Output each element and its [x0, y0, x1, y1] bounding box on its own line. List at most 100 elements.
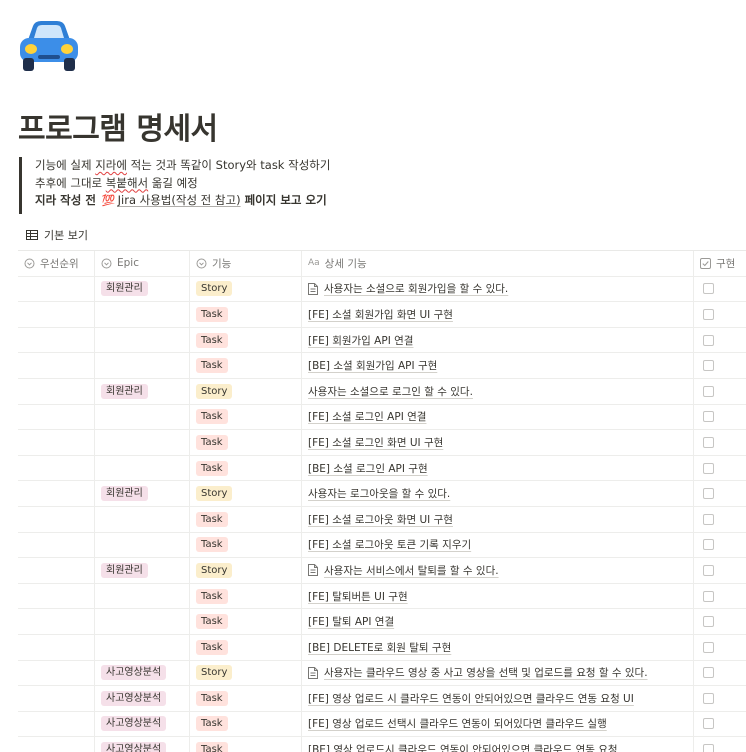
feature-cell[interactable]: Task	[190, 686, 302, 711]
priority-cell[interactable]	[18, 711, 95, 737]
feature-cell[interactable]: Task	[190, 711, 302, 737]
feature-cell[interactable]: Story	[190, 481, 302, 506]
detail-title-link[interactable]: [BE] DELETE로 회원 탈퇴 구현	[308, 640, 451, 655]
table-row[interactable]: 사고영상분석 Task [BE] 영상 업로드시 클라우드 연동이 안되어있으면 클…	[18, 737, 746, 752]
detail-title-link[interactable]: 사용자는 클라우드 영상 중 사고 영상을 선택 및 업로드를 요청 할 수 있…	[324, 665, 648, 680]
detail-cell[interactable]: [BE] 소셜 로그인 API 구현	[302, 455, 694, 481]
detail-cell[interactable]: [FE] 소셜 로그아웃 화면 UI 구현	[302, 506, 694, 532]
table-row[interactable]: Task [FE] 소셜 로그아웃 화면 UI 구현	[18, 506, 746, 533]
table-row[interactable]: 회원관리 Story 사용자는 서비스에서 탈퇴를 할 수 있다.	[18, 558, 746, 584]
feature-cell[interactable]: Task	[190, 532, 302, 558]
table-row[interactable]: Task [FE] 탈퇴버튼 UI 구현	[18, 583, 746, 610]
epic-cell[interactable]: 사고영상분석	[95, 660, 190, 686]
epic-cell[interactable]: 회원관리	[95, 276, 190, 302]
table-row[interactable]: Task [FE] 소셜 로그아웃 토큰 기록 지우기	[18, 532, 746, 559]
done-checkbox[interactable]	[703, 308, 714, 320]
detail-title-link[interactable]: 사용자는 소셜으로 로그인 할 수 있다.	[308, 384, 473, 399]
priority-cell[interactable]	[18, 532, 95, 558]
epic-cell[interactable]: 회원관리	[95, 378, 190, 404]
detail-cell[interactable]: [FE] 영상 업로드 시 클라우드 연동이 안되어있으면 클라우드 연동 요청…	[302, 686, 694, 711]
detail-cell[interactable]: [FE] 소셜 로그인 API 연결	[302, 404, 694, 430]
detail-cell[interactable]: [BE] 소셜 회원가입 API 구현	[302, 353, 694, 378]
epic-cell[interactable]	[95, 583, 190, 609]
done-checkbox[interactable]	[703, 590, 714, 602]
detail-cell[interactable]: [BE] DELETE로 회원 탈퇴 구현	[302, 634, 694, 660]
detail-cell[interactable]: 사용자는 로그아웃을 할 수 있다.	[302, 481, 694, 506]
detail-title-link[interactable]: [FE] 영상 업로드 선택시 클라우드 연동이 되어있다면 클라우드 실행	[308, 716, 607, 731]
detail-cell[interactable]: [FE] 탈퇴 API 연결	[302, 609, 694, 634]
priority-cell[interactable]	[18, 481, 95, 506]
detail-title-link[interactable]: 사용자는 소셜으로 회원가입을 할 수 있다.	[324, 281, 508, 296]
done-checkbox[interactable]	[703, 360, 714, 372]
detail-title-link[interactable]: [FE] 탈퇴 API 연결	[308, 614, 394, 629]
table-row[interactable]: Task [FE] 소셜 로그인 화면 UI 구현	[18, 430, 746, 456]
done-checkbox[interactable]	[703, 513, 714, 525]
done-checkbox[interactable]	[703, 641, 714, 653]
priority-cell[interactable]	[18, 302, 95, 327]
epic-cell[interactable]	[95, 532, 190, 558]
priority-cell[interactable]	[18, 660, 95, 686]
epic-cell[interactable]	[95, 327, 190, 353]
detail-cell[interactable]: [FE] 회원가입 API 연결	[302, 327, 694, 353]
column-header-detail[interactable]: Aa 상세 기능	[302, 251, 694, 276]
detail-title-link[interactable]: [FE] 탈퇴버튼 UI 구현	[308, 589, 408, 604]
detail-cell[interactable]: [FE] 소셜 로그인 화면 UI 구현	[302, 430, 694, 455]
detail-cell[interactable]: 사용자는 서비스에서 탈퇴를 할 수 있다.	[302, 558, 694, 583]
detail-title-link[interactable]: 사용자는 로그아웃을 할 수 있다.	[308, 486, 450, 501]
table-row[interactable]: Task [BE] 소셜 회원가입 API 구현	[18, 353, 746, 379]
done-checkbox[interactable]	[703, 411, 714, 423]
detail-title-link[interactable]: [FE] 영상 업로드 시 클라우드 연동이 안되어있으면 클라우드 연동 요청…	[308, 691, 634, 706]
detail-title-link[interactable]: [FE] 회원가입 API 연결	[308, 333, 413, 348]
priority-cell[interactable]	[18, 634, 95, 660]
done-checkbox[interactable]	[703, 692, 714, 704]
page-title[interactable]: 프로그램 명세서	[18, 104, 218, 148]
feature-cell[interactable]: Task	[190, 609, 302, 634]
table-row[interactable]: 사고영상분석 Task [FE] 영상 업로드 시 클라우드 연동이 안되어있으면 …	[18, 686, 746, 712]
detail-cell[interactable]: 사용자는 클라우드 영상 중 사고 영상을 선택 및 업로드를 요청 할 수 있…	[302, 660, 694, 686]
feature-cell[interactable]: Task	[190, 430, 302, 455]
table-row[interactable]: 사고영상분석 Story 사용자는 클라우드 영상 중 사고 영상을 선택 및 업로…	[18, 660, 746, 687]
feature-cell[interactable]: Task	[190, 404, 302, 430]
feature-cell[interactable]: Task	[190, 737, 302, 752]
epic-cell[interactable]	[95, 302, 190, 327]
epic-cell[interactable]: 사고영상분석	[95, 737, 190, 752]
priority-cell[interactable]	[18, 737, 95, 752]
priority-cell[interactable]	[18, 378, 95, 404]
priority-cell[interactable]	[18, 609, 95, 634]
epic-cell[interactable]	[95, 609, 190, 634]
table-row[interactable]: Task [FE] 소셜 회원가입 화면 UI 구현	[18, 302, 746, 328]
epic-cell[interactable]	[95, 353, 190, 378]
priority-cell[interactable]	[18, 353, 95, 378]
feature-cell[interactable]: Task	[190, 634, 302, 660]
detail-title-link[interactable]: [FE] 소셜 로그인 화면 UI 구현	[308, 435, 443, 450]
done-checkbox[interactable]	[703, 564, 714, 576]
detail-cell[interactable]: [BE] 영상 업로드시 클라우드 연동이 안되어있으면 클라우드 연동 요청	[302, 737, 694, 752]
detail-title-link[interactable]: [FE] 소셜 로그아웃 화면 UI 구현	[308, 512, 453, 527]
epic-cell[interactable]	[95, 430, 190, 455]
detail-title-link[interactable]: [FE] 소셜 로그인 API 연결	[308, 409, 426, 424]
detail-cell[interactable]: [FE] 소셜 회원가입 화면 UI 구현	[302, 302, 694, 327]
table-row[interactable]: 회원관리 Story 사용자는 소셜으로 회원가입을 할 수 있다.	[18, 276, 746, 303]
done-checkbox[interactable]	[703, 436, 714, 448]
priority-cell[interactable]	[18, 404, 95, 430]
detail-cell[interactable]: 사용자는 소셜으로 회원가입을 할 수 있다.	[302, 276, 694, 302]
detail-title-link[interactable]: [BE] 소셜 회원가입 API 구현	[308, 358, 437, 373]
detail-cell[interactable]: 사용자는 소셜으로 로그인 할 수 있다.	[302, 378, 694, 404]
feature-cell[interactable]: Task	[190, 327, 302, 353]
feature-cell[interactable]: Task	[190, 583, 302, 609]
feature-cell[interactable]: Task	[190, 506, 302, 532]
done-checkbox[interactable]	[703, 488, 714, 500]
table-row[interactable]: Task [BE] 소셜 로그인 API 구현	[18, 455, 746, 482]
epic-cell[interactable]	[95, 506, 190, 532]
priority-cell[interactable]	[18, 686, 95, 711]
table-row[interactable]: Task [FE] 탈퇴 API 연결	[18, 609, 746, 635]
detail-cell[interactable]: [FE] 영상 업로드 선택시 클라우드 연동이 되어있다면 클라우드 실행	[302, 711, 694, 737]
feature-cell[interactable]: Task	[190, 455, 302, 481]
epic-cell[interactable]	[95, 634, 190, 660]
view-tab-default[interactable]: 기본 보기	[26, 227, 88, 243]
priority-cell[interactable]	[18, 583, 95, 609]
done-checkbox[interactable]	[703, 283, 714, 295]
done-checkbox[interactable]	[703, 462, 714, 474]
priority-cell[interactable]	[18, 430, 95, 455]
epic-cell[interactable]: 사고영상분석	[95, 686, 190, 711]
